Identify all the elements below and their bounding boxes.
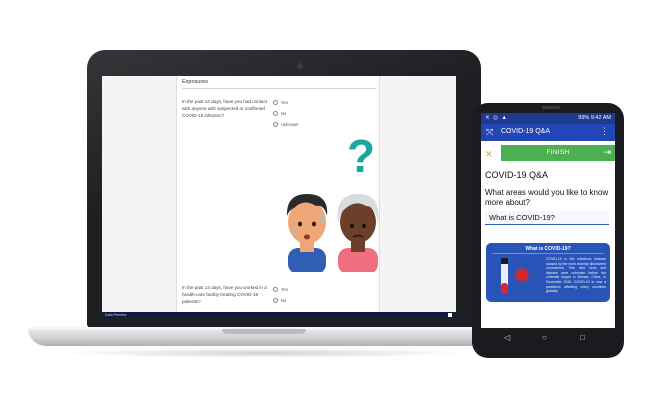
exit-icon: ⇥ xyxy=(603,147,611,157)
footer-expand-button[interactable] xyxy=(448,313,452,317)
question-mark: ? xyxy=(347,136,375,182)
finish-label: FINISH xyxy=(546,149,570,156)
app-title: COVID-19 Q&A xyxy=(501,128,551,135)
home-nav-icon[interactable]: ○ xyxy=(542,333,547,342)
laptop-screen: Exposures In the past 14 days, have you … xyxy=(102,76,456,318)
form-footer-bar xyxy=(102,312,456,318)
q1-option-no[interactable]: No xyxy=(273,111,286,116)
option-label: Unknown xyxy=(281,122,299,127)
section-title: Exposures xyxy=(182,79,208,85)
recents-nav-icon[interactable]: □ xyxy=(580,333,585,342)
question-text: What areas would you like to know more a… xyxy=(485,188,609,207)
option-label: No xyxy=(281,111,287,116)
finish-button[interactable]: FINISH ⇥ xyxy=(501,145,615,161)
page-title: COVID-19 Q&A xyxy=(485,170,549,180)
back-nav-icon[interactable]: ◁ xyxy=(504,333,510,342)
q1-option-unknown[interactable]: Unknown xyxy=(273,122,298,127)
confused-people-illustration: ? xyxy=(286,136,379,272)
q1-option-yes[interactable]: Yes xyxy=(273,100,288,105)
form-left-margin xyxy=(102,76,177,312)
radio-button[interactable] xyxy=(273,122,278,127)
option-label: Yes xyxy=(281,287,288,292)
section-divider xyxy=(182,88,376,89)
status-notification-icons: ✕ ◎ ▲ xyxy=(485,115,508,121)
card-divider xyxy=(492,253,604,254)
radio-button[interactable] xyxy=(273,100,278,105)
option-label: Yes xyxy=(281,100,288,105)
question-2-text: In the past 14 days, have you worked in … xyxy=(182,285,267,304)
app-logo-icon: ⤧ xyxy=(486,127,494,137)
worried-man-figure xyxy=(286,194,328,272)
footer-label[interactable]: Data Preview xyxy=(105,312,126,318)
phone-screen: ✕ ◎ ▲ 99% 9:42 AM ⤧ COVID-19 Q&A ⋮ ✕ FIN… xyxy=(481,113,615,328)
virus-tube-icon xyxy=(501,258,531,294)
answer-value: What is COVID-19? xyxy=(489,213,555,222)
status-right: 99% 9:42 AM xyxy=(578,115,611,121)
radio-button[interactable] xyxy=(273,287,278,292)
laptop-camera xyxy=(297,63,303,69)
info-card: What is COVID-19? COVID-19 is the infect… xyxy=(486,243,610,302)
q2-option-no[interactable]: No xyxy=(273,298,286,303)
form-right-margin xyxy=(379,76,456,312)
radio-button[interactable] xyxy=(273,111,278,116)
menu-dots-icon[interactable]: ⋮ xyxy=(600,126,609,137)
laptop-notch xyxy=(222,329,306,334)
worried-woman-figure xyxy=(337,194,379,272)
question-1-text: In the past 14 days, have you had contac… xyxy=(182,99,268,118)
status-bar: ✕ ◎ ▲ 99% 9:42 AM xyxy=(481,113,615,124)
close-icon[interactable]: ✕ xyxy=(485,149,493,160)
answer-field[interactable]: What is COVID-19? xyxy=(485,211,609,225)
card-title: What is COVID-19? xyxy=(525,246,571,252)
option-label: No xyxy=(281,298,287,303)
android-nav-bar: ◁ ○ □ xyxy=(504,333,604,347)
card-text: COVID-19 is the infectious disease cause… xyxy=(546,257,606,294)
q2-option-yes[interactable]: Yes xyxy=(273,287,288,292)
laptop-shadow xyxy=(60,348,470,358)
app-bar: ⤧ COVID-19 Q&A ⋮ xyxy=(481,124,615,141)
phone-speaker xyxy=(542,106,560,109)
radio-button[interactable] xyxy=(273,298,278,303)
